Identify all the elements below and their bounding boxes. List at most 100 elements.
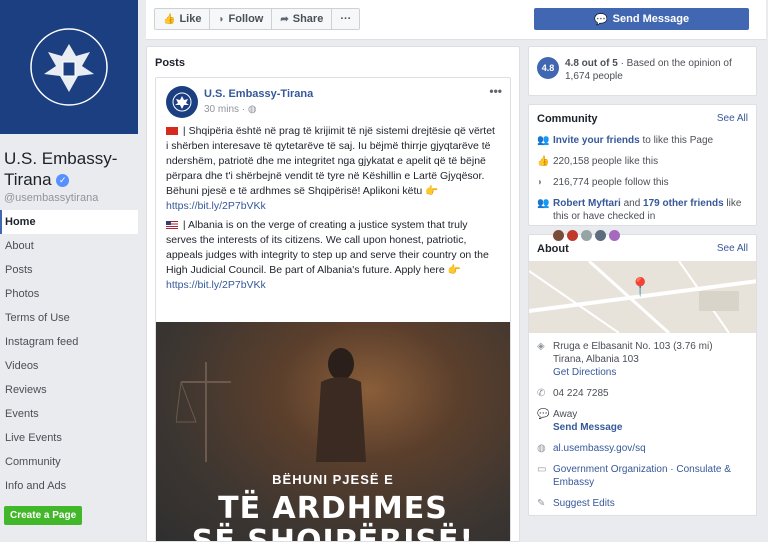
- category-link[interactable]: Government Organization · Consulate & Em…: [553, 463, 748, 489]
- nav-info-and-ads[interactable]: Info and Ads: [0, 474, 138, 498]
- pencil-icon: ✎: [537, 498, 546, 509]
- nav-events[interactable]: Events: [0, 402, 138, 426]
- nav-reviews[interactable]: Reviews: [0, 378, 138, 402]
- page-name: U.S. Embassy-Tirana ✓: [0, 148, 138, 190]
- suggest-edits-row: ✎ Suggest Edits: [529, 494, 756, 515]
- post-body: | Shqipëria është në prag të krijimit të…: [156, 124, 510, 293]
- send-message-link[interactable]: Send Message: [553, 422, 622, 433]
- send-message-button[interactable]: 💬 Send Message: [534, 8, 749, 30]
- post-paragraph-albanian: | Shqipëria është në prag të krijimit të…: [166, 124, 500, 214]
- invite-friends-row: 👥 Invite your friends to like this Page: [529, 131, 756, 152]
- location-map[interactable]: 📍: [529, 261, 756, 333]
- post-text-english: | Albania is on the verge of creating a …: [166, 219, 489, 276]
- us-flag-icon: [166, 221, 178, 230]
- post-options-icon[interactable]: •••: [489, 84, 502, 98]
- other-friends-link[interactable]: 179 other friends: [643, 198, 724, 209]
- about-title: About: [537, 243, 569, 255]
- invite-friends-link[interactable]: Invite your friends: [553, 135, 640, 146]
- profile-picture[interactable]: [0, 0, 138, 134]
- messenger-icon: 💬: [537, 409, 550, 420]
- follow-button[interactable]: ◗ Follow: [210, 9, 273, 29]
- more-options-button[interactable]: ···: [332, 9, 360, 29]
- albania-flag-icon: [166, 127, 178, 136]
- globe-icon: · ◍: [241, 104, 257, 115]
- post-link-albanian[interactable]: https://bit.ly/2P7bVKk: [166, 200, 266, 212]
- nav-terms-of-use[interactable]: Terms of Use: [0, 306, 138, 330]
- like-button[interactable]: 👍 Like: [155, 9, 211, 29]
- nav-posts[interactable]: Posts: [0, 258, 138, 282]
- friends-and-text: and: [620, 198, 644, 209]
- follows-row: ◗ 216,774 people follow this: [529, 173, 756, 194]
- suggest-edits-link[interactable]: Suggest Edits: [553, 497, 615, 510]
- post-card: U.S. Embassy-Tirana 30 mins · ◍ ••• | Sh…: [155, 77, 511, 542]
- rating-badge: 4.8: [537, 57, 559, 79]
- avatar[interactable]: [567, 230, 578, 241]
- website-row: ◍ al.usembassy.gov/sq: [529, 439, 756, 460]
- nav-about[interactable]: About: [0, 234, 138, 258]
- avatar[interactable]: [553, 230, 564, 241]
- address-line-1: Rruga e Elbasanit No. 103 (3.76 mi): [553, 341, 713, 352]
- image-title-line-2: SË SHQIPËRISË!: [191, 524, 475, 542]
- avatar[interactable]: [609, 230, 620, 241]
- posts-section: Posts U.S. Embassy-Tirana 30 mins · ◍ ••…: [146, 46, 520, 542]
- post-paragraph-english: | Albania is on the verge of creating a …: [166, 218, 500, 293]
- rating-summary: 4.8 out of 5 · Based on the opinion of 1…: [565, 57, 748, 85]
- post-link-english[interactable]: https://bit.ly/2P7bVKk: [166, 279, 266, 291]
- nav-photos[interactable]: Photos: [0, 282, 138, 306]
- rss-icon: ◗: [537, 177, 544, 188]
- nav-home[interactable]: Home: [0, 210, 138, 234]
- friend-link[interactable]: Robert Myftari: [553, 198, 621, 209]
- community-title: Community: [537, 113, 598, 125]
- address-line-2: Tirana, Albania 103: [553, 354, 639, 365]
- away-status: Away: [553, 409, 578, 420]
- website-link[interactable]: al.usembassy.gov/sq: [553, 442, 646, 455]
- embassy-seal-icon: [172, 92, 192, 112]
- avatar[interactable]: [595, 230, 606, 241]
- address-row: ◈ Rruga e Elbasanit No. 103 (3.76 mi) Ti…: [529, 337, 756, 384]
- phone-row: ✆ 04 224 7285: [529, 384, 756, 405]
- post-author-link[interactable]: U.S. Embassy-Tirana: [204, 88, 313, 100]
- people-icon: 👥: [537, 198, 550, 209]
- community-see-all-link[interactable]: See All: [717, 113, 748, 125]
- page-handle: @usembassytirana: [4, 192, 99, 204]
- create-page-button[interactable]: Create a Page: [4, 506, 83, 525]
- messenger-icon: 💬: [593, 13, 608, 26]
- globe-icon: ◍: [537, 443, 546, 454]
- likes-row: 👍 220,158 people like this: [529, 152, 756, 173]
- avatar[interactable]: [166, 86, 198, 118]
- verified-badge-icon: ✓: [56, 174, 70, 188]
- pointing-hand-icon: 👉: [425, 185, 439, 197]
- rating-card[interactable]: 4.8 4.8 out of 5 · Based on the opinion …: [528, 46, 757, 96]
- map-pin-icon: 📍: [629, 277, 652, 297]
- community-header: Community See All: [529, 105, 756, 131]
- image-title: TË ARDHMES SË SHQIPËRISË!: [156, 492, 510, 542]
- about-card: About See All 📍 ◈ Rruga e Elbasanit No. …: [528, 234, 757, 516]
- nav-videos[interactable]: Videos: [0, 354, 138, 378]
- post-image[interactable]: BËHUNI PJESË E TË ARDHMES SË SHQIPËRISË!: [156, 322, 510, 542]
- posts-heading: Posts: [155, 57, 185, 69]
- like-label: Like: [179, 13, 202, 25]
- tag-icon: ▭: [537, 464, 547, 475]
- nav-instagram-feed[interactable]: Instagram feed: [0, 330, 138, 354]
- nav-live-events[interactable]: Live Events: [0, 426, 138, 450]
- about-see-all-link[interactable]: See All: [717, 243, 748, 255]
- share-button[interactable]: ➦ Share: [272, 9, 333, 29]
- post-time-text: 30 mins: [204, 104, 240, 115]
- phone-icon: ✆: [537, 388, 546, 399]
- image-subtitle: BËHUNI PJESË E: [272, 472, 394, 487]
- about-header: About See All: [529, 235, 756, 261]
- post-timestamp[interactable]: 30 mins · ◍: [204, 104, 313, 115]
- category-row: ▭ Government Organization · Consulate & …: [529, 460, 756, 494]
- friends-row: 👥 Robert Myftari and 179 other friends l…: [529, 194, 756, 228]
- thumbs-up-icon: 👍: [537, 156, 550, 167]
- post-header: U.S. Embassy-Tirana 30 mins · ◍ •••: [156, 78, 510, 124]
- left-sidebar: U.S. Embassy-Tirana ✓ @usembassytirana H…: [0, 0, 138, 542]
- nav-community[interactable]: Community: [0, 450, 138, 474]
- send-message-label: Send Message: [612, 13, 690, 25]
- follows-count: 216,774 people follow this: [553, 177, 669, 188]
- community-card: Community See All 👥 Invite your friends …: [528, 104, 757, 241]
- avatar[interactable]: [581, 230, 592, 241]
- pointing-hand-icon: 👉: [447, 264, 461, 276]
- get-directions-link[interactable]: Get Directions: [553, 367, 616, 378]
- page-action-bar: 👍 Like ◗ Follow ➦ Share ··· 💬 Send Messa…: [146, 0, 766, 40]
